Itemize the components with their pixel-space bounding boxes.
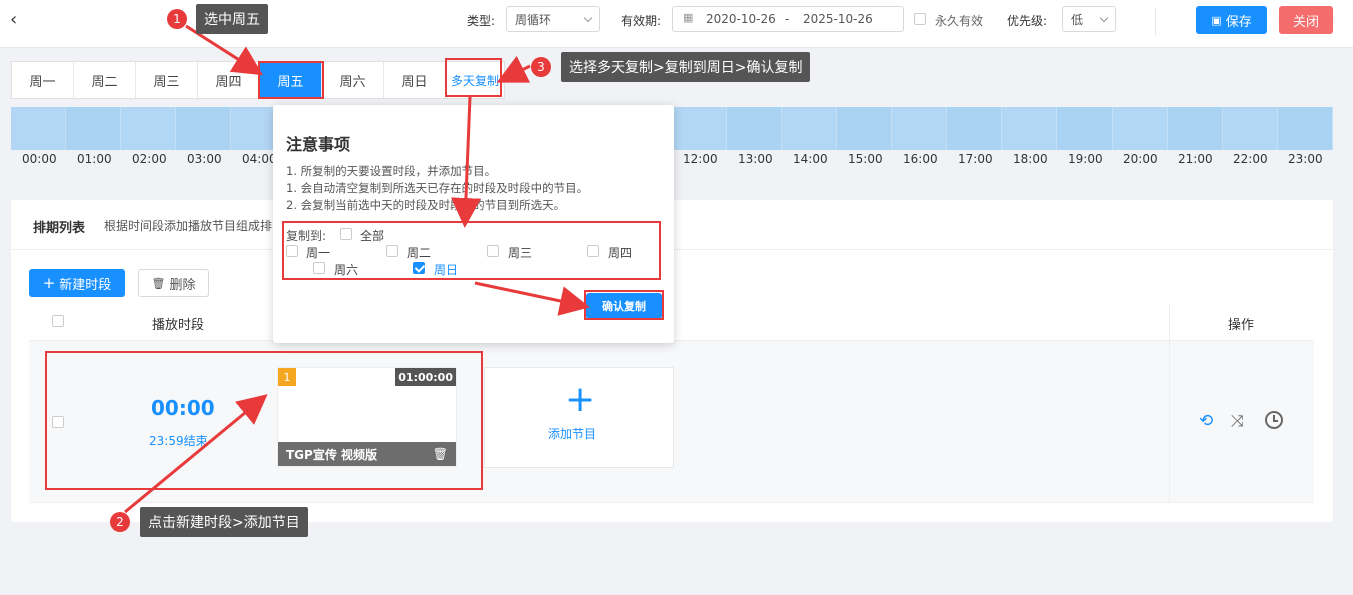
- plus-icon: +: [42, 274, 56, 292]
- close-button-label: 关闭: [1292, 14, 1319, 30]
- date-start[interactable]: 2020-10-26: [706, 12, 776, 26]
- chevron-down-icon: [1099, 13, 1109, 22]
- tab-thursday[interactable]: 周四: [198, 62, 260, 98]
- type-select[interactable]: 周循环: [506, 6, 600, 32]
- date-range-picker[interactable]: ▦ 2020-10-26 - 2025-10-26: [672, 6, 904, 32]
- highlight-box: [445, 58, 502, 97]
- timeline-segment[interactable]: [1112, 107, 1168, 150]
- highlight-box: [45, 351, 483, 490]
- tab-sunday[interactable]: 周日: [384, 62, 446, 98]
- hour-label: 12:00: [683, 152, 718, 166]
- timeline-hours: 00:00 01:00 02:00 03:00 04:00 12:00 13:0…: [11, 150, 1341, 170]
- schedule-title: 排期列表: [33, 221, 86, 236]
- schedule-description: 根据时间段添加播放节目组成排: [104, 219, 273, 233]
- calendar-icon: ▦: [683, 11, 694, 24]
- add-program-card[interactable]: + 添加节目: [484, 367, 674, 468]
- new-slot-label: 新建时段: [59, 277, 112, 293]
- permanent-label: 永久有效: [935, 14, 984, 28]
- timeline-segment[interactable]: [1002, 107, 1058, 150]
- select-all-checkbox[interactable]: [52, 315, 64, 327]
- type-value: 周循环: [515, 12, 552, 27]
- chevron-down-icon: [583, 13, 593, 22]
- popover-title: 注意事项: [286, 135, 351, 154]
- save-button[interactable]: ▣ 保存: [1196, 6, 1267, 34]
- timeline-segment[interactable]: [892, 107, 948, 150]
- hour-label: 20:00: [1123, 152, 1158, 166]
- popover-note: 1. 所复制的天要设置时段，并添加节目。: [286, 164, 497, 178]
- step-callout: 选中周五: [196, 4, 268, 34]
- timeline-segment[interactable]: [1277, 107, 1333, 150]
- new-slot-button[interactable]: + 新建时段: [29, 269, 125, 297]
- timeline-segment[interactable]: [947, 107, 1003, 150]
- priority-select[interactable]: 低: [1062, 6, 1116, 32]
- timeline-segment[interactable]: [1057, 107, 1113, 150]
- clock-icon[interactable]: [1265, 411, 1283, 429]
- tab-tuesday[interactable]: 周二: [74, 62, 136, 98]
- permanent-checkbox[interactable]: [914, 13, 926, 25]
- hour-label: 18:00: [1013, 152, 1048, 166]
- delete-label: 删除: [169, 277, 196, 293]
- hour-label: 22:00: [1233, 152, 1268, 166]
- tab-wednesday[interactable]: 周三: [136, 62, 198, 98]
- date-separator: -: [785, 12, 790, 26]
- step-number: 1: [167, 9, 187, 29]
- trash-icon: 🗑: [151, 276, 166, 290]
- hour-label: 03:00: [187, 152, 222, 166]
- tab-saturday[interactable]: 周六: [322, 62, 384, 98]
- timeline-segment[interactable]: [11, 107, 67, 150]
- divider: [1169, 305, 1170, 341]
- priority-value: 低: [1071, 12, 1084, 27]
- add-program-label: 添加节目: [548, 427, 597, 441]
- priority-label: 优先级:: [1007, 14, 1048, 28]
- hour-label: 21:00: [1178, 152, 1213, 166]
- timeline-segment[interactable]: [782, 107, 838, 150]
- timeline-segment[interactable]: [1222, 107, 1278, 150]
- timeline-segment[interactable]: [671, 107, 728, 150]
- hour-label: 23:00: [1288, 152, 1323, 166]
- save-icon: ▣: [1211, 13, 1222, 27]
- hour-label: 04:00: [242, 152, 277, 166]
- step-number: 2: [110, 512, 130, 532]
- hour-label: 19:00: [1068, 152, 1103, 166]
- divider: [1169, 341, 1170, 503]
- date-end[interactable]: 2025-10-26: [803, 12, 873, 26]
- timeline-segment[interactable]: [66, 107, 122, 150]
- arrow-to-multi-copy: [496, 55, 531, 83]
- back-chevron-left-icon[interactable]: ‹: [10, 9, 17, 30]
- save-button-label: 保存: [1225, 14, 1252, 30]
- tab-monday[interactable]: 周一: [12, 62, 74, 98]
- timeline-segment[interactable]: [1167, 107, 1223, 150]
- col-ops-header: 操作: [1228, 318, 1255, 333]
- timeline-segment[interactable]: [121, 107, 177, 150]
- popover-note: 1. 会自动清空复制到所选天已存在的时段及时段中的节目。: [286, 181, 589, 195]
- shuffle-icon[interactable]: ⤨: [1231, 411, 1244, 431]
- delete-button[interactable]: 🗑 删除: [138, 269, 209, 297]
- step-callout: 点击新建时段>添加节目: [140, 507, 308, 537]
- step-callout: 选择多天复制>复制到周日>确认复制: [561, 52, 811, 82]
- close-button[interactable]: 关闭: [1279, 6, 1333, 34]
- hour-label: 15:00: [848, 152, 883, 166]
- hour-label: 02:00: [132, 152, 167, 166]
- timeline-segment[interactable]: [727, 107, 783, 150]
- timeline-segment[interactable]: [176, 107, 232, 150]
- step-number: 3: [531, 57, 551, 77]
- type-label: 类型:: [467, 14, 496, 28]
- col-time-header: 播放时段: [152, 318, 205, 333]
- highlight-box: [258, 61, 324, 99]
- highlight-box: [584, 290, 664, 320]
- hour-label: 16:00: [903, 152, 938, 166]
- popover-note: 2. 会复制当前选中天的时段及时段中的节目到所选天。: [286, 198, 566, 212]
- validity-label: 有效期:: [621, 14, 662, 28]
- divider: [1155, 8, 1156, 36]
- timeline-segment[interactable]: [837, 107, 893, 150]
- hour-label: 00:00: [22, 152, 57, 166]
- highlight-box: [282, 221, 661, 280]
- hour-label: 14:00: [793, 152, 828, 166]
- hour-label: 13:00: [738, 152, 773, 166]
- loop-icon[interactable]: ⟲: [1199, 411, 1213, 431]
- hour-label: 01:00: [77, 152, 112, 166]
- hour-label: 17:00: [958, 152, 993, 166]
- plus-icon: +: [565, 379, 596, 420]
